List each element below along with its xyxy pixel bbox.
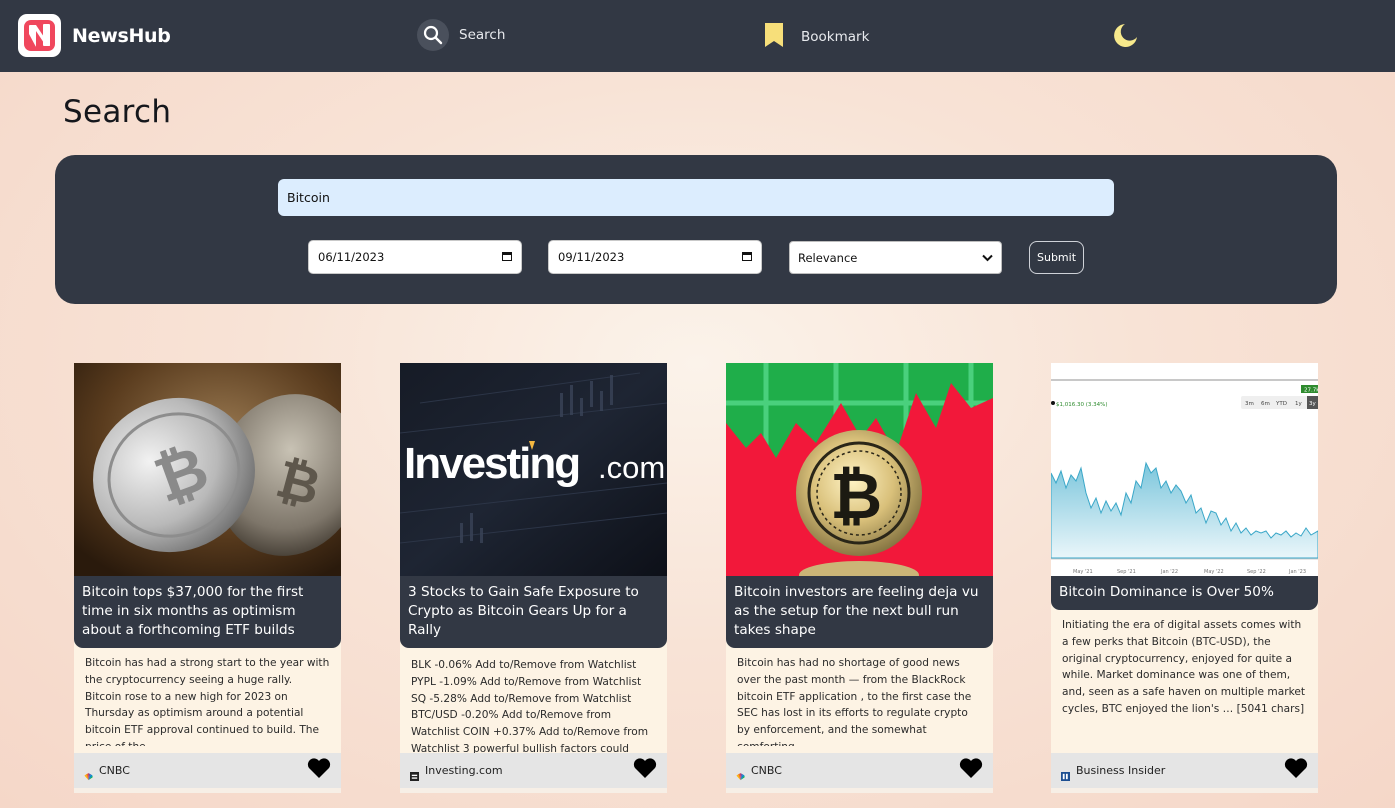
- chart-month-label: May '21: [1073, 569, 1093, 575]
- heart-icon[interactable]: [633, 758, 657, 783]
- card-image[interactable]: ₿ ₿: [74, 363, 341, 576]
- card-source: Business Insider: [1076, 764, 1166, 777]
- cnbc-peacock-icon: [736, 766, 745, 781]
- card-description: BLK -0.06% Add to/Remove from Watchlist …: [411, 659, 649, 755]
- news-card[interactable]: ₿ Bitcoin investors are feeling deja vu …: [726, 363, 993, 798]
- chart-month-label: Sep '22: [1247, 569, 1266, 575]
- heart-icon[interactable]: [959, 758, 983, 783]
- calendar-icon[interactable]: [742, 250, 752, 264]
- card-body: Bitcoin Dominance is Over 50% Initiating…: [1051, 576, 1318, 753]
- svg-text:₿: ₿: [830, 460, 882, 534]
- investing-logo-text: Investing: [404, 439, 579, 488]
- brand[interactable]: NewsHub: [18, 14, 171, 57]
- card-footer: Business Insider: [1051, 753, 1318, 793]
- card-footer: Investing.com: [400, 753, 667, 793]
- card-image[interactable]: Investing .com: [400, 363, 667, 576]
- chevron-down-icon: [982, 251, 993, 265]
- card-description: Bitcoin has had no shortage of good news…: [737, 657, 972, 746]
- search-input[interactable]: Bitcoin: [278, 179, 1114, 216]
- range-tab: 6m: [1261, 401, 1270, 407]
- card-footer: CNBC: [74, 753, 341, 793]
- to-date-value: 09/11/2023: [558, 250, 625, 264]
- news-card[interactable]: 27.7k $1,016.30 (3.34%) 3m 6m YTD 1y 3y …: [1051, 363, 1318, 798]
- card-description: Initiating the era of digital assets com…: [1062, 619, 1306, 715]
- chart-price-label: $1,016.30 (3.34%): [1056, 402, 1108, 408]
- search-icon: [417, 19, 449, 51]
- cnbc-peacock-icon: [84, 766, 93, 781]
- card-title[interactable]: Bitcoin investors are feeling deja vu as…: [726, 576, 993, 648]
- navbar: NewsHub Search Bookmark: [0, 0, 1395, 72]
- from-date-input[interactable]: 06/11/2023: [308, 240, 522, 274]
- nav-search-link[interactable]: Search: [417, 19, 505, 51]
- chart-month-label: May '22: [1204, 569, 1224, 575]
- business-insider-favicon-icon: [1061, 766, 1070, 781]
- to-date-input[interactable]: 09/11/2023: [548, 240, 762, 274]
- card-image[interactable]: 27.7k $1,016.30 (3.34%) 3m 6m YTD 1y 3y …: [1051, 363, 1318, 576]
- range-tab: YTD: [1275, 401, 1287, 407]
- heart-icon[interactable]: [307, 758, 331, 783]
- brand-name: NewsHub: [72, 24, 171, 47]
- calendar-icon[interactable]: [502, 250, 512, 264]
- card-source: CNBC: [99, 764, 130, 777]
- card-image[interactable]: ₿: [726, 363, 993, 576]
- from-date-value: 06/11/2023: [318, 250, 385, 264]
- chart-month-label: Jan '22: [1160, 569, 1178, 575]
- bookmark-icon: [764, 22, 784, 52]
- nav-bookmark-link[interactable]: Bookmark: [764, 22, 869, 52]
- investing-favicon-icon: [410, 766, 419, 781]
- page-title: Search: [63, 94, 172, 130]
- sort-select[interactable]: Relevance: [789, 241, 1002, 274]
- submit-button[interactable]: Submit: [1029, 241, 1084, 274]
- card-body: Bitcoin investors are feeling deja vu as…: [726, 576, 993, 753]
- nav-bookmark-label: Bookmark: [801, 29, 870, 45]
- card-title[interactable]: Bitcoin Dominance is Over 50%: [1051, 576, 1318, 610]
- card-source: Investing.com: [425, 764, 503, 777]
- card-source: CNBC: [751, 764, 782, 777]
- card-body: Bitcoin tops $37,000 for the first time …: [74, 576, 341, 753]
- newshub-logo-icon: [18, 14, 61, 57]
- range-tab: 3y: [1309, 401, 1316, 407]
- news-card[interactable]: Investing .com 3 Stocks to Gain Safe Exp…: [400, 363, 667, 798]
- card-description: Bitcoin has had a strong start to the ye…: [85, 657, 330, 746]
- search-panel: Bitcoin 06/11/2023 09/11/2023 Relevance …: [55, 155, 1337, 304]
- range-tab: 1y: [1295, 401, 1302, 407]
- chart-month-label: Jan '23: [1288, 569, 1306, 575]
- chart-month-label: Sep '21: [1117, 569, 1136, 575]
- news-card[interactable]: ₿ ₿ Bitcoin tops $37,000 for the first t…: [74, 363, 341, 798]
- investing-logo-suffix: .com: [598, 450, 665, 485]
- card-body: 3 Stocks to Gain Safe Exposure to Crypto…: [400, 576, 667, 755]
- card-title[interactable]: 3 Stocks to Gain Safe Exposure to Crypto…: [400, 576, 667, 648]
- moon-icon[interactable]: [1112, 22, 1139, 53]
- card-title[interactable]: Bitcoin tops $37,000 for the first time …: [74, 576, 341, 648]
- sort-select-value: Relevance: [798, 250, 858, 265]
- nav-search-label: Search: [459, 27, 506, 43]
- heart-icon[interactable]: [1284, 758, 1308, 783]
- svg-text:27.7k: 27.7k: [1304, 388, 1318, 394]
- card-footer: CNBC: [726, 753, 993, 793]
- range-tab: 3m: [1245, 401, 1254, 407]
